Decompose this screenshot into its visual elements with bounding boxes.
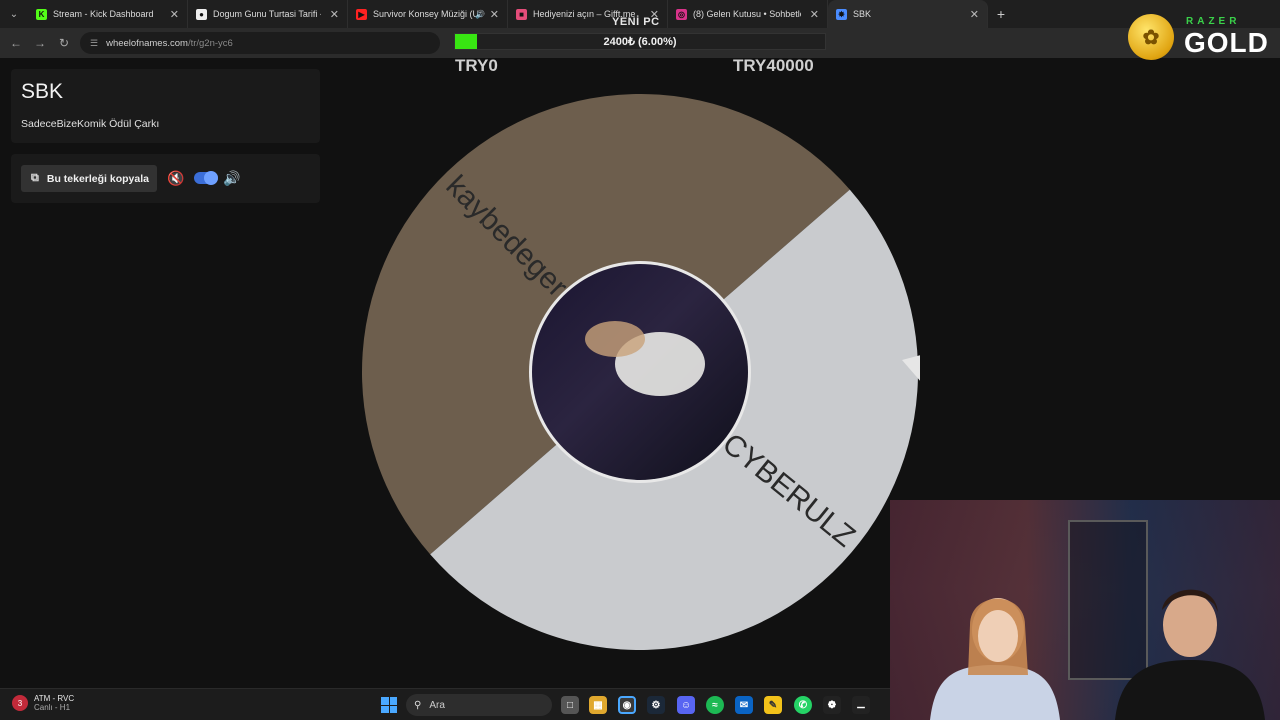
tab-title: Stream - Kick Dashboard (53, 9, 154, 19)
volume-icon[interactable]: 🔊 (223, 170, 240, 187)
tab-favicon-icon: ● (196, 8, 207, 20)
copy-wheel-label: Bu tekerleği kopyala (46, 172, 149, 185)
tab-title: (8) Gelen Kutusu • Sohbetler (693, 9, 801, 19)
goal-progress-bar: 2400₺ (6.00%) (454, 33, 826, 50)
goal-max-label: TRY40000 (733, 56, 814, 75)
razer-coin-logo: ✿ (1128, 14, 1174, 60)
goal-min-label: TRY0 (455, 56, 498, 75)
webcam-person-left (930, 598, 1060, 720)
address-bar[interactable]: ☰ wheelofnames.com/tr/g2n-yc6 (80, 32, 440, 54)
search-icon: ⚲ (414, 699, 422, 711)
center-photo-hair (585, 321, 645, 357)
tab-title: Dogum Gunu Turtasi Tarifi - GitHub (213, 9, 321, 19)
taskbar-search-placeholder: Ara (429, 699, 445, 711)
copy-icon: ⧉ (31, 172, 39, 184)
browser-tab[interactable]: ● Dogum Gunu Turtasi Tarifi - GitHub ✕ (188, 0, 348, 28)
wheel-title: SBK (21, 80, 64, 103)
forward-arrow-icon[interactable]: → (28, 36, 52, 50)
tab-close-icon[interactable]: ✕ (330, 8, 339, 21)
reload-icon[interactable]: ↻ (52, 36, 76, 50)
task-view-icon[interactable]: □ (561, 696, 579, 714)
copy-wheel-button[interactable]: ⧉ Bu tekerleği kopyala (21, 165, 157, 192)
prize-wheel[interactable]: kaybedeger CYBERULZ (360, 94, 920, 654)
tab-audio-icon[interactable]: 🔊 (475, 10, 485, 19)
sticky-notes-icon[interactable]: ✎ (764, 696, 782, 714)
windows-start-icon[interactable] (381, 697, 397, 713)
wheel-description: SadeceBizeKomik Ödül Çarkı (21, 118, 160, 130)
sound-toggle[interactable] (194, 171, 218, 185)
steam-icon[interactable]: ⚙ (647, 696, 665, 714)
tab-close-icon[interactable]: ✕ (970, 8, 979, 21)
tab-search-chevron-icon[interactable]: ⌄ (0, 0, 28, 28)
razer-gold-text: GOLD (1184, 27, 1269, 58)
tab-favicon-icon: K (36, 8, 47, 20)
taskbar-search[interactable]: ⚲ Ara (406, 694, 552, 716)
webcam-feed (890, 500, 1280, 720)
site-info-icon[interactable]: ☰ (90, 38, 98, 49)
mute-icon[interactable]: 🔇 (167, 170, 184, 187)
whatsapp-icon[interactable]: ✆ (794, 696, 812, 714)
chrome-icon[interactable]: ◉ (618, 696, 636, 714)
outlook-icon[interactable]: ✉ (735, 696, 753, 714)
tab-favicon-icon: ✸ (836, 8, 847, 20)
sound-toggle-knob (204, 171, 218, 185)
browser-tab[interactable]: ◎ (8) Gelen Kutusu • Sohbetler ✕ (668, 0, 828, 28)
tab-favicon-icon: ◎ (676, 8, 687, 20)
widget-subtitle: Canlı - H1 (34, 703, 71, 712)
tab-favicon-icon: ■ (516, 8, 527, 20)
browser-tab[interactable]: ▶ Survivor Konsey Müziği (Uzun)🔊 ✕ (348, 0, 508, 28)
browser-tab[interactable]: ✸ SBK ✕ (828, 0, 988, 28)
notification-badge: 3 (12, 695, 28, 711)
tab-favicon-icon: ▶ (356, 8, 367, 20)
spotify-icon[interactable]: ≈ (706, 696, 724, 714)
wheel-info-card: SBK SadeceBizeKomik Ödül Çarkı (11, 69, 320, 143)
browser-tab[interactable]: K Stream - Kick Dashboard ✕ (28, 0, 188, 28)
razer-brand-text: RAZER (1186, 16, 1241, 27)
tab-close-icon[interactable]: ✕ (490, 8, 499, 21)
capcut-icon[interactable]: ⚊ (852, 696, 870, 714)
wheel-controls-card: ⧉ Bu tekerleği kopyala 🔇 🔊 (11, 154, 320, 203)
goal-progress-text: 2400₺ (6.00%) (603, 36, 677, 48)
url-host: wheelofnames.com (106, 37, 188, 49)
tab-close-icon[interactable]: ✕ (810, 8, 819, 21)
taskbar-widget[interactable]: 3 ATM - RVC Canlı - H1 (12, 694, 74, 712)
file-explorer-icon[interactable]: ▦ (589, 696, 607, 714)
goal-label: YENİ PC (612, 16, 660, 28)
windows-taskbar: 3 ATM - RVC Canlı - H1 ⚲ Ara □ ▦ ◉ ⚙ ☺ ≈… (0, 688, 890, 720)
widget-title: ATM - RVC (34, 694, 75, 703)
back-arrow-icon[interactable]: ← (4, 36, 28, 50)
new-tab-button[interactable]: + (988, 6, 1014, 22)
tab-title: Survivor Konsey Müziği (Uzun) (373, 9, 481, 19)
tab-title: SBK (853, 9, 872, 19)
discord-icon[interactable]: ☺ (677, 696, 695, 714)
url-path: /tr/g2n-yc6 (187, 37, 233, 49)
webcam-person-right (1115, 589, 1265, 720)
chatgpt-icon[interactable]: ❁ (823, 696, 841, 714)
tab-close-icon[interactable]: ✕ (170, 8, 179, 21)
